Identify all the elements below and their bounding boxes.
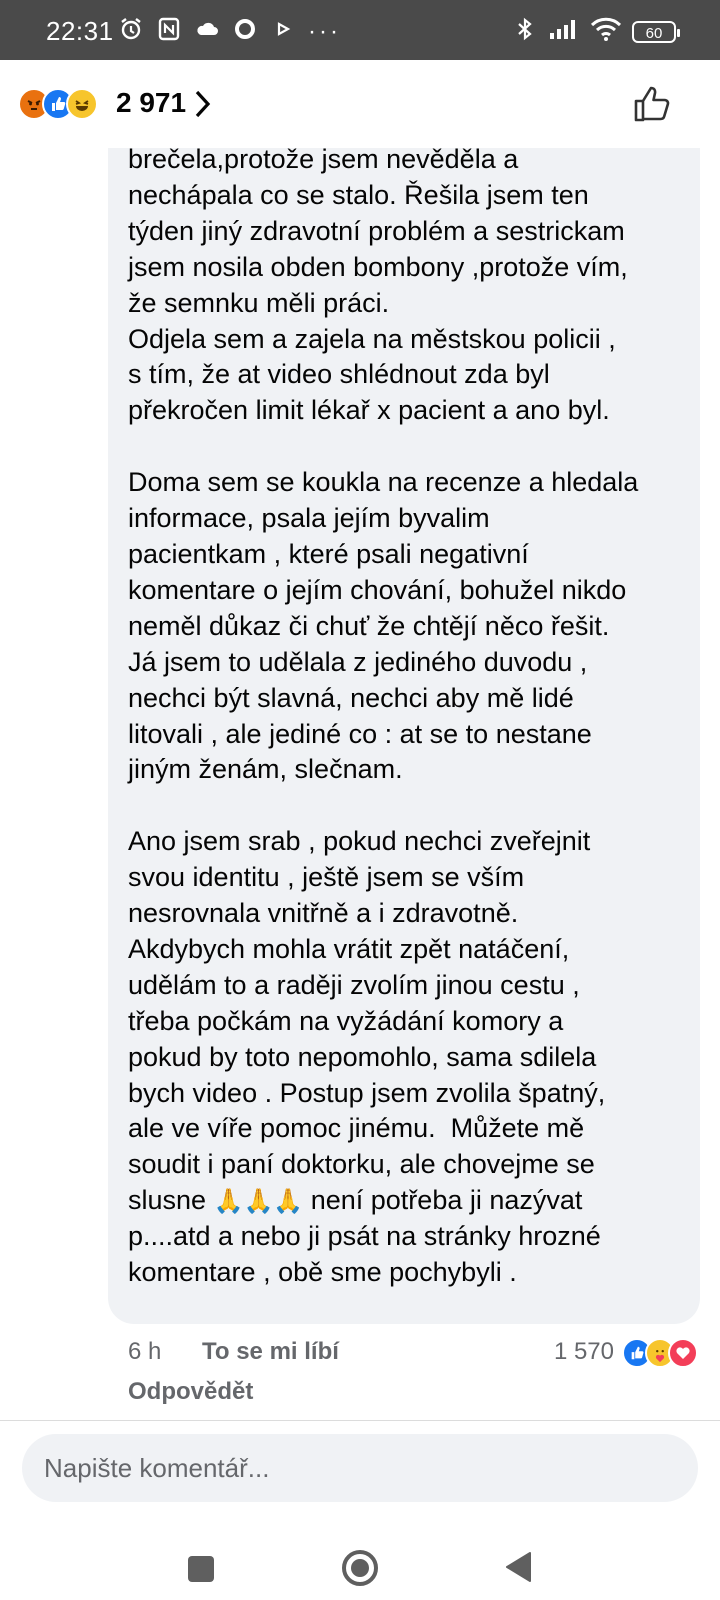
comment-reaction-icons[interactable] [622, 1338, 698, 1368]
more-notifications-icon: ··· [308, 17, 341, 45]
battery-icon: 60 [632, 20, 680, 43]
love-reaction-icon [668, 1338, 698, 1368]
circle-icon [232, 16, 258, 47]
reaction-count[interactable]: 2 971 [116, 87, 186, 119]
bluetooth-icon [512, 16, 538, 47]
comment-reaction-count[interactable]: 1 570 [554, 1338, 614, 1366]
home-button[interactable] [340, 1548, 380, 1593]
comment-bubble[interactable]: brečela,protože jsem nevěděla a nechápal… [108, 148, 700, 1324]
divider [0, 1420, 720, 1421]
recents-button[interactable] [188, 1556, 214, 1582]
comment-text: brečela,protože jsem nevěděla a nechápal… [128, 148, 700, 1291]
alarm-icon [118, 16, 144, 47]
wifi-icon [590, 16, 622, 47]
like-button[interactable]: To se mi líbí [202, 1338, 339, 1366]
status-bar: 22:31 ··· 60 [0, 0, 720, 60]
reaction-summary-bar: 2 971 [0, 60, 720, 148]
comment-input[interactable]: Napište komentář... [22, 1434, 698, 1502]
comment-input-placeholder: Napište komentář... [44, 1452, 270, 1483]
haha-reaction-icon [66, 88, 98, 120]
comment-text-part-1: brečela,protože jsem nevěděla a nechápal… [128, 148, 639, 1216]
status-time: 22:31 [46, 16, 114, 46]
reply-button[interactable]: Odpovědět [128, 1378, 253, 1406]
comment-timestamp[interactable]: 6 h [128, 1338, 161, 1366]
signal-icon [548, 16, 580, 47]
cloud-icon [194, 16, 220, 47]
praying-hands-emoji: 🙏🙏🙏 [213, 1188, 304, 1216]
nfc-icon [156, 16, 182, 47]
back-button[interactable] [503, 1550, 535, 1589]
status-icons-left: ··· [118, 16, 341, 47]
play-icon [270, 16, 296, 47]
chevron-right-icon[interactable] [192, 88, 212, 125]
system-nav-bar [0, 1510, 720, 1600]
reaction-icons[interactable] [18, 88, 98, 122]
status-icons-right: 60 [512, 16, 680, 47]
thumbs-up-outline-icon[interactable] [632, 84, 672, 129]
